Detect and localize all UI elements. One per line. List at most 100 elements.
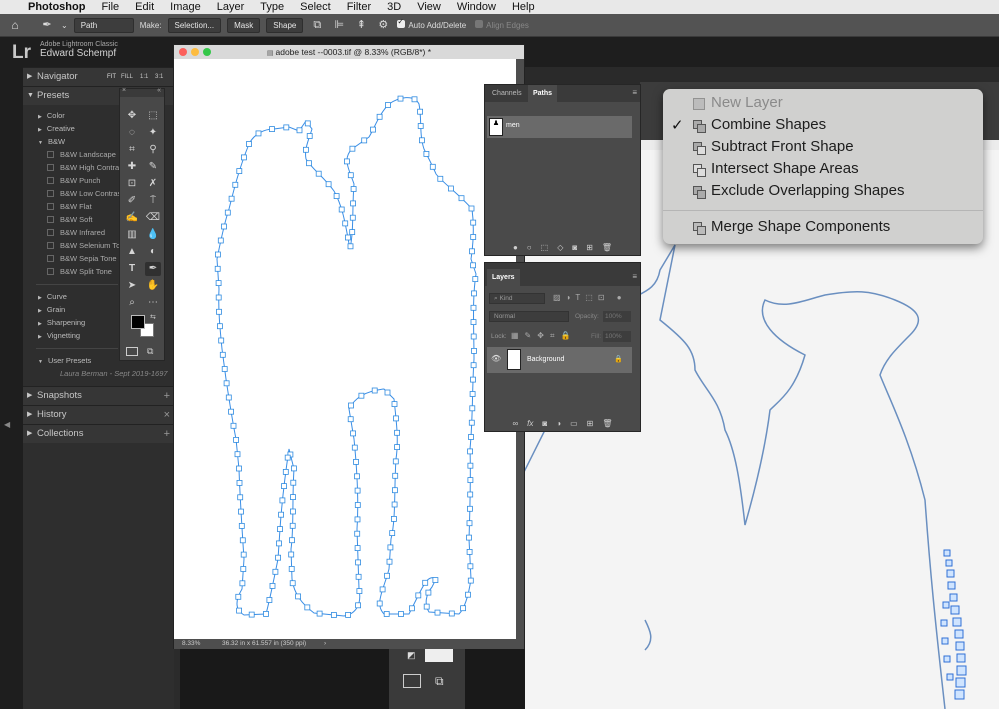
- preset-group-user-presets[interactable]: ▼ User Presets: [38, 356, 91, 365]
- anchor-point[interactable]: [371, 387, 378, 394]
- navigator-panel-header[interactable]: ▶ Navigator FIT FILL 1:1 3:1: [23, 67, 174, 86]
- anchor-point[interactable]: [470, 319, 477, 326]
- path-selection-tool-icon[interactable]: ➤: [124, 279, 140, 293]
- anchor-point[interactable]: [221, 223, 227, 230]
- stamp-tool-icon[interactable]: ⍑: [145, 194, 161, 208]
- anchor-point[interactable]: [466, 520, 473, 527]
- anchor-point[interactable]: [470, 219, 477, 226]
- tab-channels[interactable]: Channels: [487, 85, 527, 102]
- collapse-left-arrow-icon[interactable]: ◀: [4, 420, 10, 429]
- preset-item[interactable]: B&W Split Tone: [47, 267, 112, 276]
- preset-item[interactable]: B&W Landscape: [47, 150, 116, 159]
- anchor-point[interactable]: [288, 551, 295, 558]
- new-group-icon[interactable]: ▭: [570, 419, 578, 428]
- anchor-point[interactable]: [468, 205, 475, 212]
- anchor-point[interactable]: [316, 610, 323, 617]
- anchor-point[interactable]: [276, 540, 282, 547]
- menu-window[interactable]: Window: [449, 0, 504, 14]
- anchor-point[interactable]: [376, 600, 383, 607]
- anchor-point[interactable]: [465, 591, 471, 598]
- anchor-point[interactable]: [246, 141, 252, 147]
- anchor-point[interactable]: [228, 408, 234, 415]
- anchor-point[interactable]: [423, 151, 430, 157]
- pen-tool-active-icon[interactable]: ✒: [145, 262, 161, 276]
- add-snapshot-icon[interactable]: +: [164, 387, 170, 405]
- screen-mode-icon[interactable]: ⧉: [147, 346, 153, 357]
- load-selection-icon[interactable]: ⬚: [541, 243, 549, 252]
- anchor-point[interactable]: [471, 347, 477, 354]
- menu-help[interactable]: Help: [504, 0, 543, 14]
- quick-mask-icon[interactable]: [126, 347, 138, 356]
- panel-menu-icon[interactable]: ≡: [632, 272, 637, 281]
- zoom-tool-icon[interactable]: ⌕: [124, 296, 140, 310]
- blend-mode-select[interactable]: Normal: [489, 311, 569, 322]
- anchor-point[interactable]: [447, 185, 454, 192]
- anchor-point[interactable]: [235, 593, 242, 600]
- anchor-point[interactable]: [288, 565, 295, 572]
- crop-tool-icon[interactable]: ⌗: [124, 143, 140, 157]
- anchor-point[interactable]: [376, 113, 383, 120]
- clear-history-icon[interactable]: ×: [164, 406, 170, 424]
- pen-tool-icon[interactable]: ✒: [40, 18, 54, 32]
- anchor-point[interactable]: [238, 522, 245, 529]
- anchor-point[interactable]: [351, 444, 358, 451]
- anchor-point[interactable]: [425, 589, 432, 596]
- anchor-point[interactable]: [354, 487, 361, 494]
- menu-item-merge-shape-components[interactable]: Merge Shape Components: [711, 218, 890, 235]
- anchor-point[interactable]: [355, 559, 362, 566]
- anchor-point[interactable]: [236, 607, 242, 614]
- nav-fill[interactable]: FILL: [121, 68, 133, 86]
- anchor-point[interactable]: [355, 602, 362, 609]
- anchor-point[interactable]: [233, 436, 239, 443]
- anchor-point[interactable]: [283, 124, 290, 131]
- stroke-path-icon[interactable]: ○: [527, 243, 532, 252]
- path-arrangement-icon[interactable]: ⇞: [354, 18, 368, 32]
- anchor-point[interactable]: [284, 454, 291, 461]
- anchor-point[interactable]: [389, 530, 396, 537]
- fill-field[interactable]: 100%: [603, 331, 631, 342]
- document-info[interactable]: 36.32 in x 61.557 in (350 ppi): [222, 639, 306, 649]
- preset-item[interactable]: B&W High Contrast: [47, 163, 125, 172]
- anchor-point[interactable]: [354, 530, 361, 537]
- anchor-point[interactable]: [466, 505, 473, 512]
- add-mask-icon[interactable]: ◙: [572, 243, 577, 252]
- anchor-point[interactable]: [215, 251, 221, 258]
- anchor-point[interactable]: [467, 462, 474, 469]
- anchor-point[interactable]: [470, 333, 477, 340]
- minimize-window-button[interactable]: [191, 48, 199, 56]
- anchor-point[interactable]: [224, 209, 231, 216]
- anchor-point[interactable]: [290, 479, 297, 486]
- anchor-point[interactable]: [306, 133, 313, 139]
- document-title-bar[interactable]: ▤ adobe test --0003.tif @ 8.33% (RGB/8*)…: [174, 45, 524, 59]
- anchor-point[interactable]: [422, 579, 429, 586]
- anchor-point[interactable]: [290, 494, 296, 501]
- anchor-point[interactable]: [469, 248, 475, 255]
- anchor-point[interactable]: [232, 181, 239, 188]
- new-path-icon[interactable]: ⊞: [586, 243, 593, 252]
- user-preset-item[interactable]: Laura Berman - Sept 2019-1697: [60, 369, 168, 378]
- menu-layer[interactable]: Layer: [209, 0, 253, 14]
- anchor-point[interactable]: [349, 145, 356, 152]
- anchor-point[interactable]: [238, 508, 244, 515]
- path-operations-icon[interactable]: ⧉: [310, 18, 324, 32]
- anchor-point[interactable]: [289, 580, 296, 587]
- preset-item[interactable]: B&W Selenium Tone: [47, 241, 129, 250]
- anchor-point[interactable]: [467, 577, 474, 584]
- anchor-point[interactable]: [325, 181, 332, 188]
- anchor-point[interactable]: [472, 276, 479, 283]
- anchor-point[interactable]: [215, 294, 222, 301]
- anchor-point[interactable]: [467, 563, 474, 570]
- anchor-point[interactable]: [347, 172, 354, 179]
- anchor-point[interactable]: [429, 163, 436, 170]
- new-layer-icon[interactable]: ⊞: [587, 419, 594, 428]
- align-edges-option[interactable]: Align Edges: [475, 20, 529, 30]
- anchor-point[interactable]: [448, 610, 455, 617]
- preset-group-creative[interactable]: ▶ Creative: [38, 124, 75, 133]
- anchor-point[interactable]: [394, 444, 401, 451]
- anchor-point[interactable]: [386, 558, 393, 565]
- anchor-point[interactable]: [277, 526, 283, 533]
- close-window-button[interactable]: [179, 48, 187, 56]
- align-edges-checkbox[interactable]: [475, 20, 484, 28]
- art-brush-tool-icon[interactable]: ✍: [124, 211, 140, 225]
- anchor-point[interactable]: [343, 158, 350, 165]
